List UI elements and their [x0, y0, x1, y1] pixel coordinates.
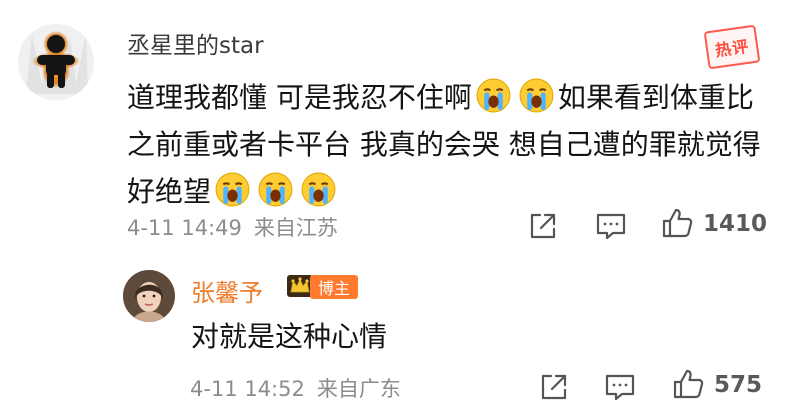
crying-face-emoji-icon — [257, 171, 294, 208]
crying-face-emoji-icon — [300, 171, 337, 208]
reply-text: 对就是这种心情 — [191, 320, 388, 353]
comment-icon[interactable] — [594, 209, 628, 243]
avatar[interactable] — [18, 24, 94, 100]
avatar-figure-icon — [18, 24, 94, 100]
blogger-badge: 博主 — [310, 275, 358, 299]
reply-timestamp: 4-11 14:52 — [190, 377, 305, 401]
share-icon[interactable] — [526, 209, 560, 243]
comment-location: 来自江苏 — [253, 216, 338, 240]
reply-meta: 4-11 14:52 来自广东 — [190, 373, 401, 403]
crying-face-emoji-icon — [214, 171, 251, 208]
hot-comment-badge: 热评 — [703, 24, 761, 70]
comment-meta: 4-11 14:49 来自江苏 — [127, 212, 338, 242]
comment-icon[interactable] — [603, 370, 637, 404]
thumbs-up-icon[interactable] — [661, 206, 695, 240]
reply-username[interactable]: 张馨予 — [191, 273, 263, 308]
reply-location: 来自广东 — [316, 377, 401, 401]
comment-timestamp: 4-11 14:49 — [127, 216, 242, 240]
crying-face-emoji-icon — [475, 77, 512, 114]
reply-avatar[interactable] — [123, 270, 175, 322]
comment-text: 道理我都懂 可是我忍不住啊 如果看到体重比之前重或者卡平台 我真的会哭 想自己遭… — [127, 74, 777, 215]
comment-username[interactable]: 丞星里的star — [127, 26, 264, 60]
thumbs-up-icon[interactable] — [672, 367, 706, 401]
comment-text-part-1: 道理我都懂 可是我忍不住啊 — [127, 81, 472, 114]
crying-face-emoji-icon — [518, 77, 555, 114]
reply-like-count: 575 — [714, 372, 763, 398]
share-icon[interactable] — [537, 370, 571, 404]
avatar-portrait-icon — [123, 270, 175, 322]
like-count: 1410 — [703, 211, 768, 237]
